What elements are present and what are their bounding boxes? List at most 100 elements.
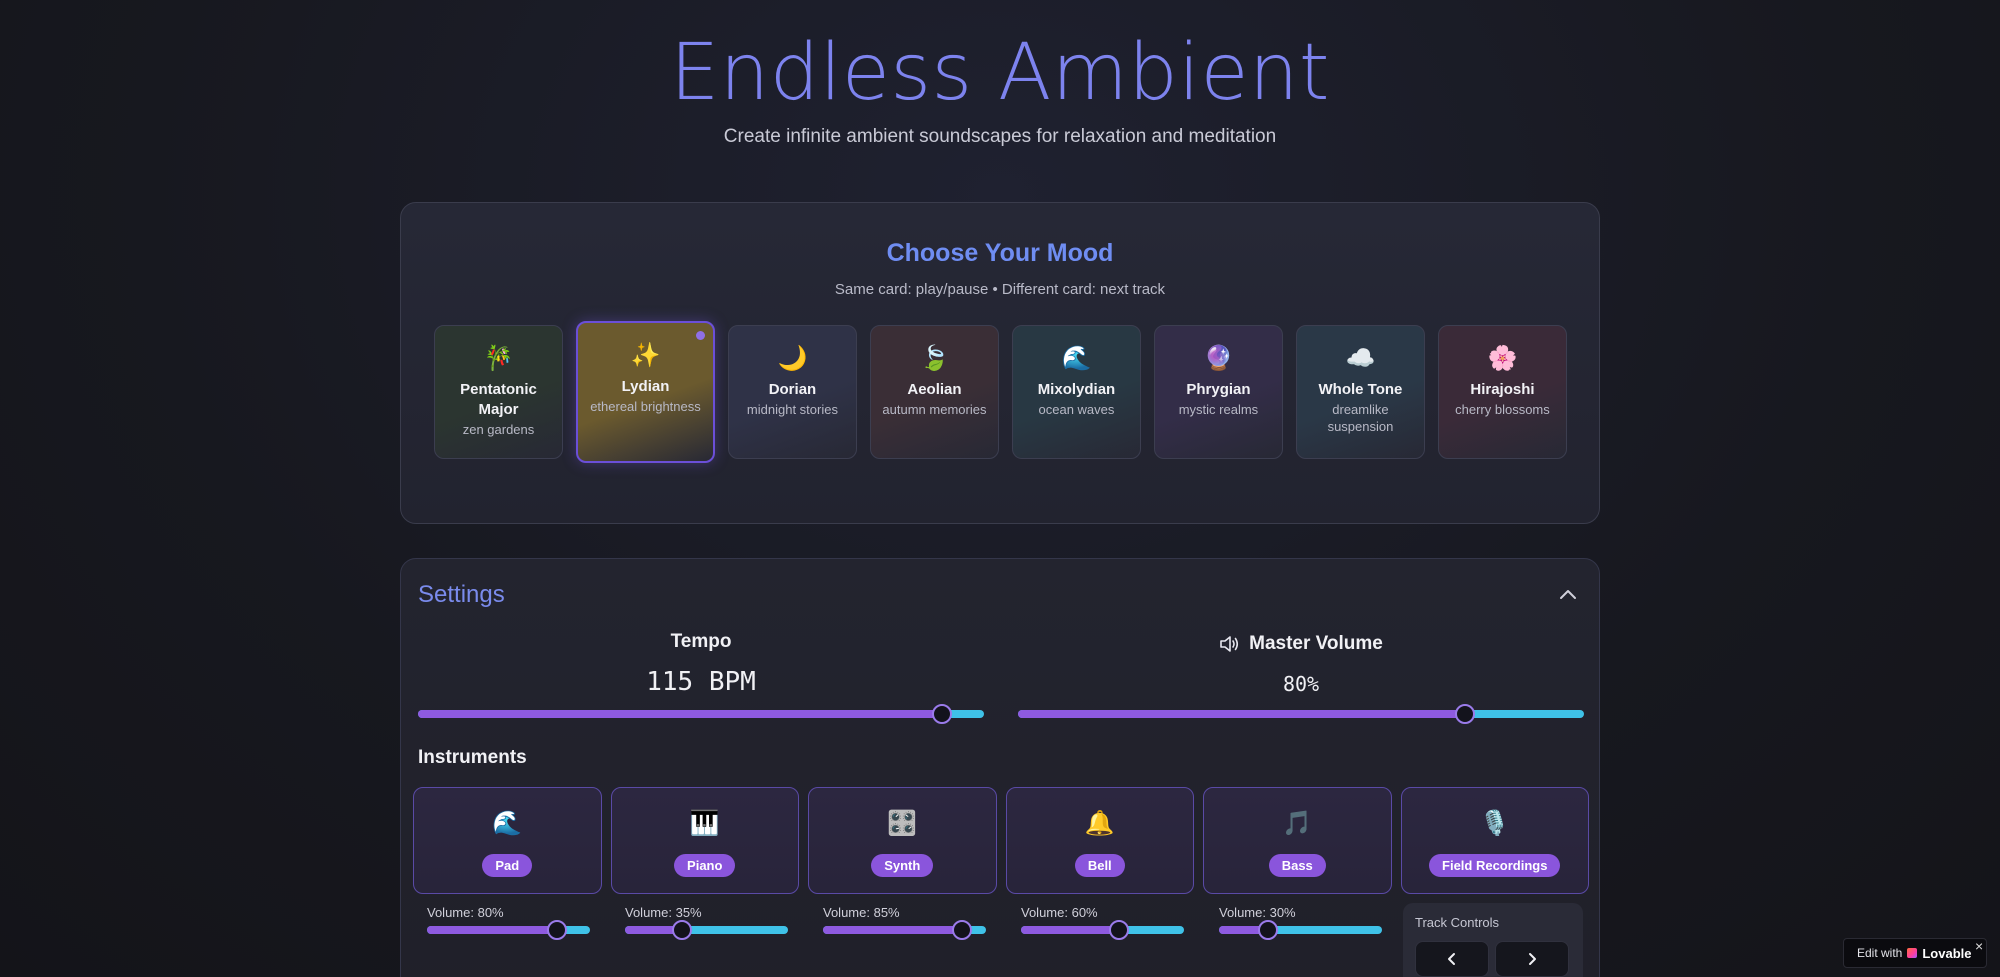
- instrument-volume-slider[interactable]: [823, 920, 986, 940]
- mood-card-list: 🎋 Pentatonic Major zen gardens ✨ Lydian ether…: [434, 321, 1567, 463]
- instrument-volume-slider[interactable]: [427, 920, 590, 940]
- instrument-volume-slider[interactable]: [625, 920, 788, 940]
- master-volume-slider[interactable]: [1018, 704, 1584, 724]
- master-volume-slider-thumb[interactable]: [1455, 704, 1476, 724]
- instrument-volume-thumb[interactable]: [1257, 920, 1278, 940]
- instrument-volume-thumb[interactable]: [672, 920, 693, 940]
- mood-icon: 🌸: [1487, 345, 1518, 372]
- instrument-toggle[interactable]: Pad: [482, 854, 533, 877]
- badge-brand: Lovable: [1922, 945, 1972, 961]
- instrument-volume-label: Volume: 35%: [625, 905, 702, 920]
- mood-name: Lydian: [621, 378, 670, 395]
- mood-icon: 🎋: [483, 345, 514, 372]
- lovable-logo-icon: [1907, 948, 1918, 958]
- mood-icon: 🌊: [1061, 345, 1092, 372]
- instrument-icon: 🎵: [1282, 810, 1313, 837]
- instrument-icon: 🎙️: [1479, 810, 1510, 837]
- badge-prefix: Edit with: [1857, 946, 1903, 960]
- mood-card[interactable]: 🎋 Pentatonic Major zen gardens: [434, 325, 563, 459]
- master-volume-slider-fill: [1018, 710, 1466, 718]
- instrument-icon: 🌊: [492, 810, 523, 837]
- mood-panel: Choose Your Mood Same card: play/pause •…: [400, 202, 1600, 524]
- tempo-slider-fill: [418, 710, 942, 718]
- settings-panel: Settings Tempo 115 BPM Master Volume 80%…: [400, 558, 1600, 977]
- settings-title: Settings: [418, 581, 505, 608]
- edit-with-lovable-badge[interactable]: Edit with Lovable: [1843, 938, 1987, 968]
- mood-card[interactable]: ☁️ Whole Tone dreamlike suspension: [1295, 325, 1425, 459]
- page-title: Endless Ambient: [670, 28, 1330, 118]
- mood-name: Dorian: [768, 381, 817, 398]
- mood-icon: 🍃: [919, 345, 950, 372]
- instrument-card[interactable]: 🎙️ Field Recordings: [1400, 787, 1589, 894]
- instrument-toggle[interactable]: Bell: [1074, 854, 1125, 877]
- tempo-slider[interactable]: [418, 704, 984, 724]
- instrument-volume-fill: [427, 926, 558, 934]
- close-badge-button[interactable]: ×: [1975, 938, 1983, 954]
- instruments-title: Instruments: [418, 747, 527, 768]
- mood-icon: 🔮: [1203, 345, 1234, 372]
- mood-name: Hirajoshi: [1470, 381, 1535, 398]
- instrument-volume-slider[interactable]: [1021, 920, 1184, 940]
- instrument-icon: 🎹: [689, 810, 720, 837]
- next-track-button[interactable]: [1495, 941, 1569, 977]
- instrument-volume-fill: [1021, 926, 1119, 934]
- instrument-volume-label: Volume: 60%: [1021, 905, 1098, 920]
- mood-description: cherry blossoms: [1455, 402, 1550, 417]
- mood-icon: ☁️: [1345, 345, 1376, 372]
- instrument-card[interactable]: 🎵 Bass: [1203, 787, 1392, 894]
- mood-name: Whole Tone: [1318, 381, 1403, 398]
- instrument-volume-fill: [823, 926, 962, 934]
- instrument-toggle[interactable]: Field Recordings: [1429, 854, 1561, 877]
- mood-card[interactable]: 🌙 Dorian midnight stories: [727, 325, 857, 459]
- chevron-up-icon: [1560, 590, 1576, 599]
- track-controls: Track Controls: [1403, 903, 1583, 977]
- instrument-volume-thumb[interactable]: [1108, 920, 1129, 940]
- mood-description: midnight stories: [746, 402, 838, 417]
- mood-card[interactable]: 🌊 Mixolydian ocean waves: [1011, 325, 1141, 459]
- master-volume-text: Master Volume: [1249, 633, 1383, 654]
- previous-track-button[interactable]: [1415, 941, 1489, 977]
- instrument-card[interactable]: 🎹 Piano: [610, 787, 799, 894]
- mood-description: dreamlike suspension: [1327, 402, 1394, 434]
- chevron-right-icon: [1529, 953, 1536, 965]
- active-indicator: [695, 331, 705, 340]
- tempo-label: Tempo: [670, 631, 732, 652]
- tempo-value: 115 BPM: [646, 667, 756, 697]
- speaker-icon: [1220, 636, 1239, 652]
- mood-icon: ✨: [630, 342, 661, 369]
- mood-card[interactable]: 🔮 Phrygian mystic realms: [1153, 325, 1283, 459]
- mood-name: Pentatonic Major: [460, 381, 537, 418]
- instrument-volume-slider[interactable]: [1219, 920, 1382, 940]
- instrument-toggle[interactable]: Synth: [871, 854, 934, 877]
- instrument-toggle[interactable]: Bass: [1268, 854, 1326, 877]
- mood-icon: 🌙: [777, 345, 808, 372]
- instrument-volume-label: Volume: 85%: [823, 905, 900, 920]
- instrument-card[interactable]: 🔔 Bell: [1005, 787, 1194, 894]
- mood-description: zen gardens: [462, 422, 535, 437]
- track-controls-label: Track Controls: [1415, 915, 1500, 930]
- mood-description: ethereal brightness: [590, 399, 701, 414]
- mood-card[interactable]: 🌸 Hirajoshi cherry blossoms: [1437, 325, 1567, 459]
- instrument-volume-label: Volume: 80%: [427, 905, 504, 920]
- instrument-volume-thumb[interactable]: [951, 920, 972, 940]
- instrument-list: 🌊 Pad 🎹 Piano 🎛️ Synth 🔔 Bell 🎵 Bass 🎙️ Field Recor…: [413, 787, 1589, 895]
- mood-card[interactable]: ✨ Lydian ethereal brightness: [576, 321, 715, 463]
- instrument-toggle[interactable]: Piano: [674, 854, 736, 877]
- instrument-volume-label: Volume: 30%: [1219, 905, 1296, 920]
- mood-name: Phrygian: [1186, 381, 1251, 398]
- mood-hint: Same card: play/pause • Different card: …: [834, 281, 1166, 298]
- instrument-card[interactable]: 🌊 Pad: [413, 787, 602, 894]
- master-volume-label: Master Volume: [1018, 633, 1584, 655]
- chevron-left-icon: [1448, 953, 1455, 965]
- tempo-slider-thumb[interactable]: [931, 704, 952, 724]
- mood-name: Aeolian: [907, 381, 962, 398]
- mood-description: ocean waves: [1038, 402, 1115, 417]
- instrument-icon: 🎛️: [887, 810, 918, 837]
- collapse-settings-button[interactable]: [1555, 581, 1581, 607]
- instrument-card[interactable]: 🎛️ Synth: [808, 787, 997, 894]
- instrument-volume-thumb[interactable]: [547, 920, 568, 940]
- mood-description: mystic realms: [1178, 402, 1259, 417]
- mood-card[interactable]: 🍃 Aeolian autumn memories: [869, 325, 999, 459]
- mood-title: Choose Your Mood: [886, 239, 1114, 267]
- master-volume-value: 80%: [1282, 672, 1320, 696]
